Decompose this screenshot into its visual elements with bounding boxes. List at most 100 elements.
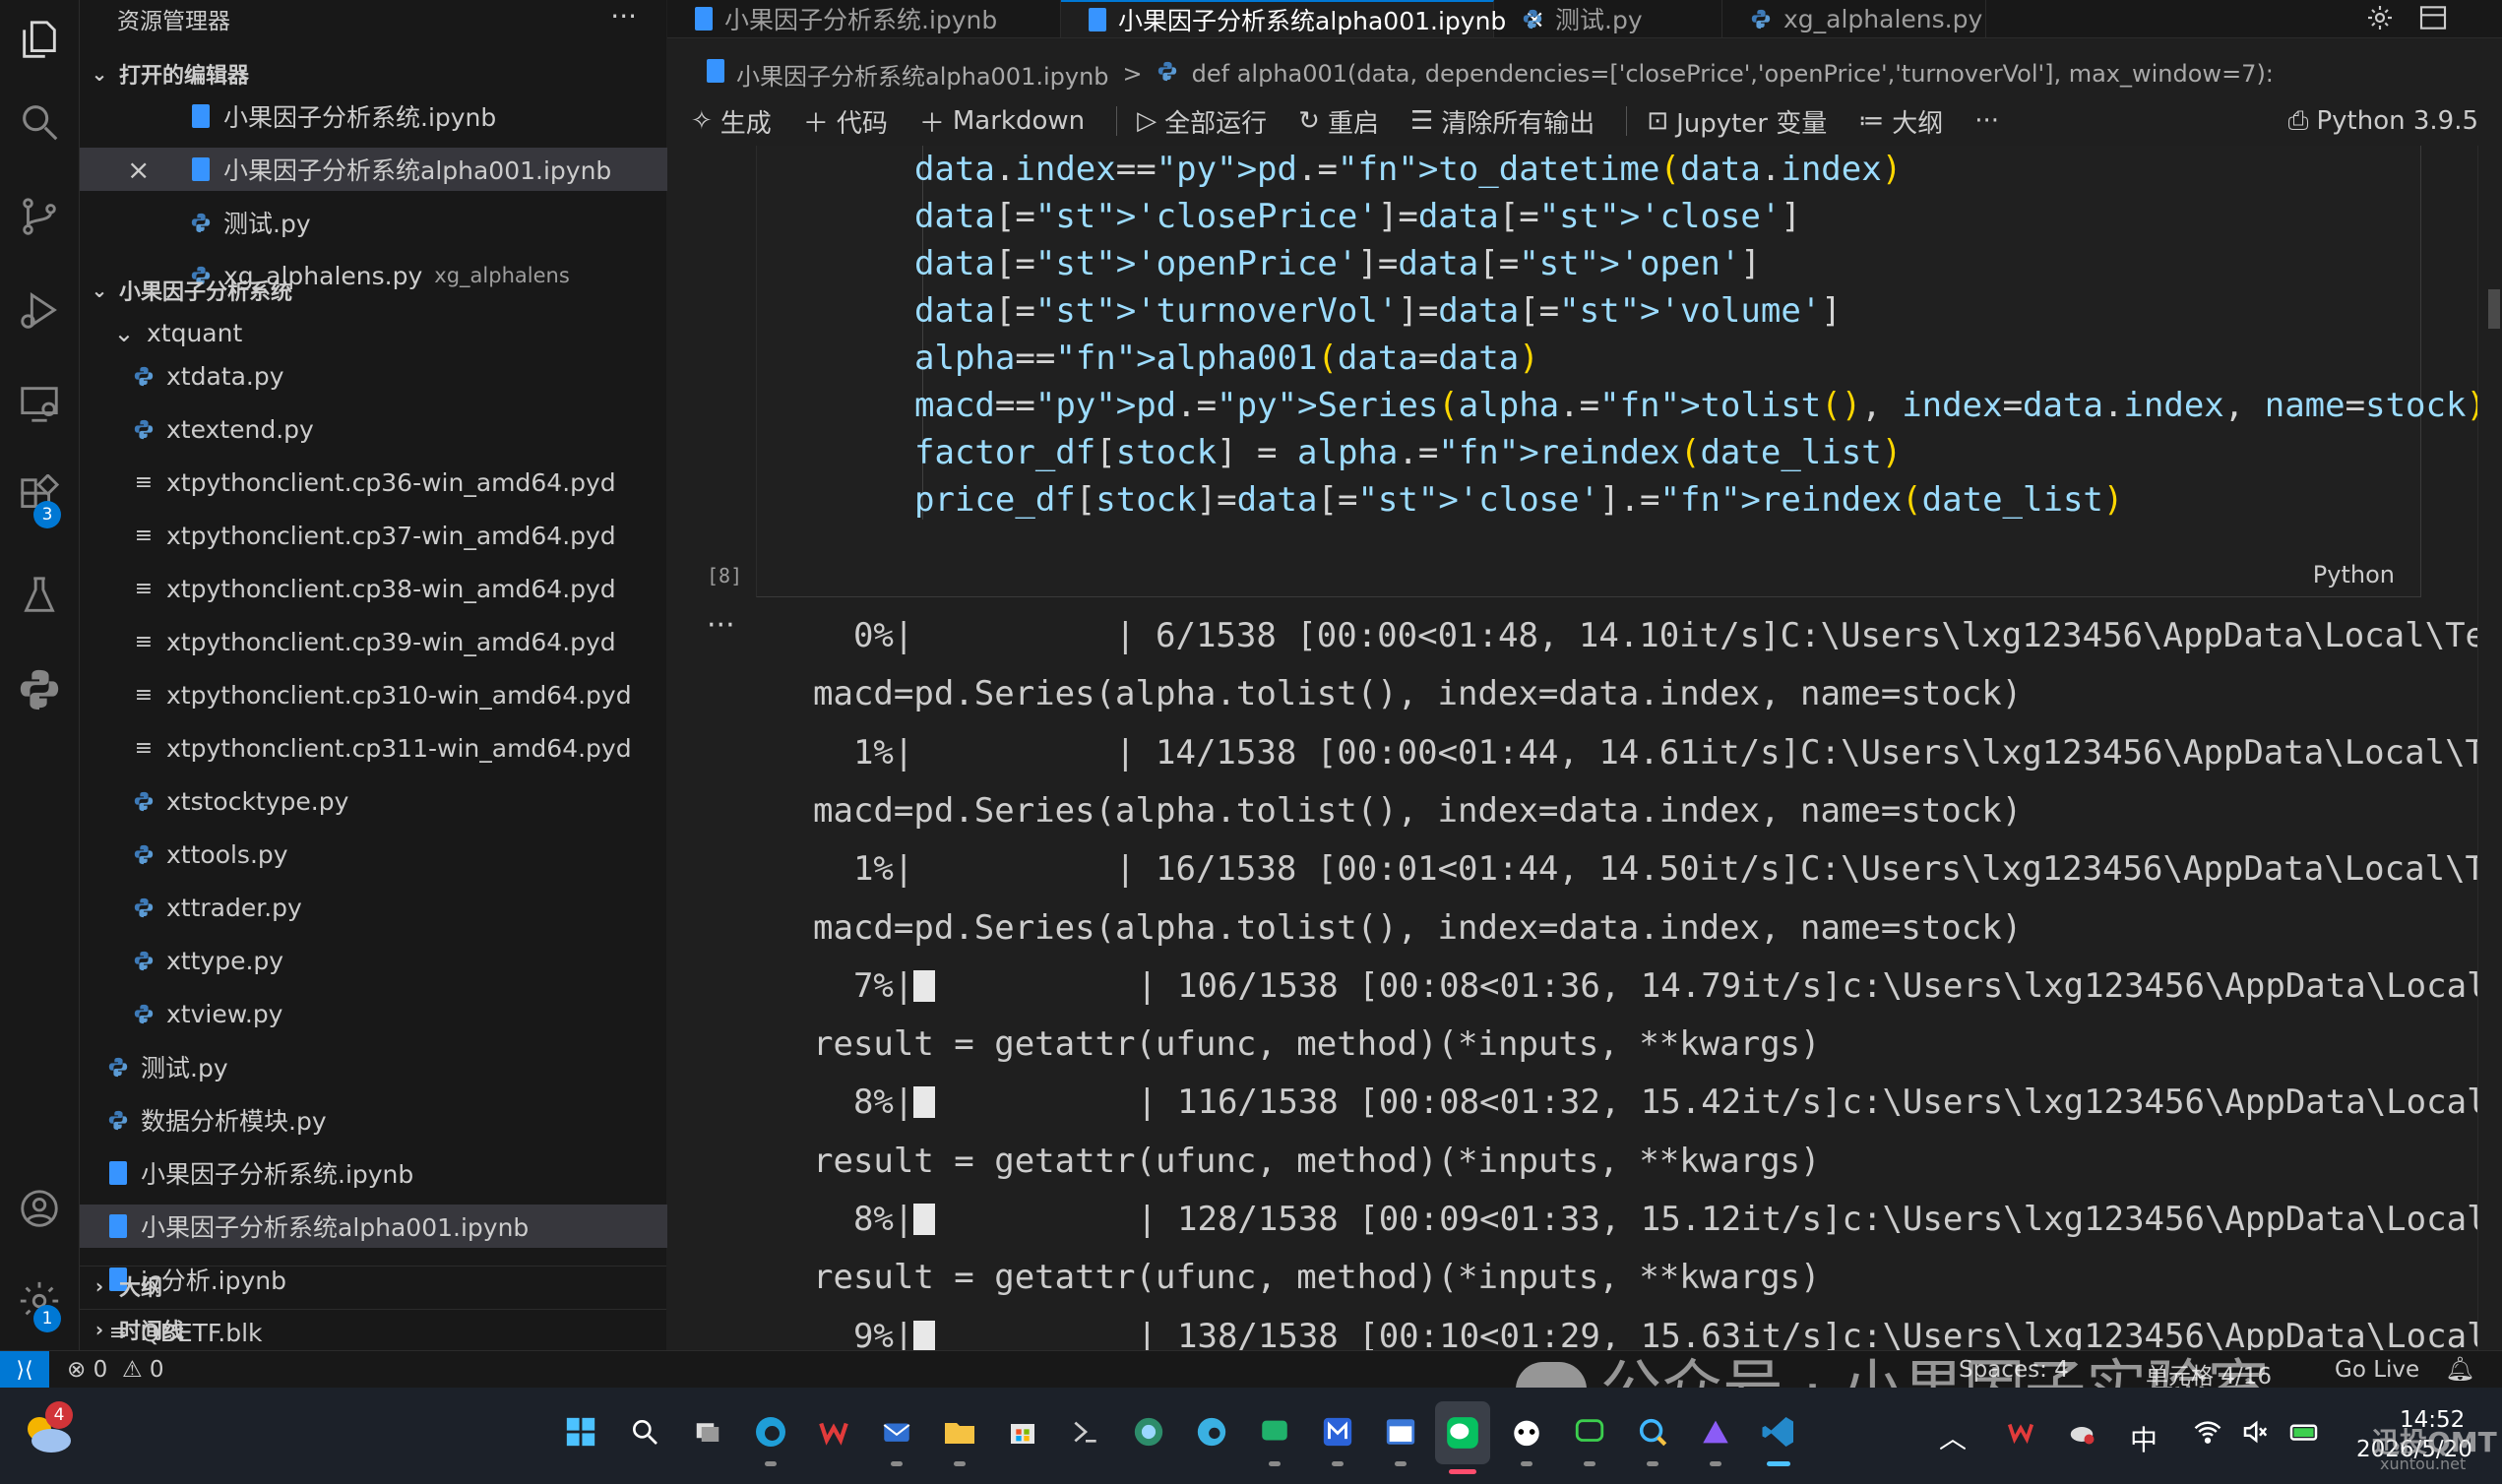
file-item[interactable]: ≡ xtpythonclient.cp310-win_amd64.pyd [80, 673, 716, 716]
taskbar-search-icon[interactable] [620, 1407, 669, 1456]
ime-indicator[interactable]: 中 [2130, 1419, 2158, 1458]
wifi-icon[interactable] [2183, 1407, 2232, 1456]
wps-icon[interactable] [809, 1407, 858, 1456]
file-item[interactable]: xttype.py [80, 939, 716, 982]
cloud-tray-icon[interactable] [2057, 1407, 2106, 1456]
calendar-app-icon[interactable] [1376, 1407, 1425, 1466]
search-app-icon[interactable] [1628, 1407, 1677, 1466]
extensions-icon[interactable]: 3 [0, 458, 79, 536]
search-icon[interactable] [0, 83, 79, 161]
file-explorer-icon[interactable] [935, 1407, 984, 1466]
run-debug-icon[interactable] [0, 271, 79, 349]
manage-gear-icon[interactable]: 1 [0, 1262, 79, 1340]
account-icon[interactable] [0, 1169, 79, 1248]
breadcrumb-symbol[interactable]: def alpha001(data, dependencies=['closeP… [1192, 60, 2274, 88]
edge-icon[interactable] [746, 1407, 795, 1466]
tab-label: 小果因子分析系统.ipynb [724, 6, 998, 34]
m-app-icon[interactable] [1313, 1407, 1362, 1466]
store-icon[interactable] [998, 1407, 1047, 1456]
tab-xg-alphalens[interactable]: xg_alphalens.py [1722, 0, 1986, 37]
scrollbar-thumb[interactable] [2488, 289, 2500, 329]
errors-count[interactable]: ⊗ 0 [67, 1357, 107, 1383]
explorer-icon[interactable] [0, 0, 79, 79]
more-actions-button[interactable]: ··· [1974, 106, 1999, 136]
output-more-button[interactable]: ··· [707, 608, 735, 643]
file-item[interactable]: ≡ xtpythonclient.cp39-win_amd64.pyd [80, 620, 716, 663]
notebook-icon [186, 157, 216, 181]
remote-indicator-icon[interactable]: ⟩⟨ [0, 1351, 49, 1389]
file-item[interactable]: xtview.py [80, 992, 716, 1035]
outline-section[interactable]: › 大纲 [80, 1266, 666, 1306]
browser-globe-icon[interactable] [1124, 1407, 1173, 1456]
workspace-section[interactable]: ⌄ 小果因子分析系统 [80, 271, 666, 310]
chat-app-icon[interactable] [1250, 1407, 1299, 1466]
weather-icon[interactable]: 4 [20, 1401, 75, 1456]
file-item[interactable]: xtextend.py [80, 407, 716, 451]
bell-icon[interactable]: 🔔︎ [2445, 1355, 2474, 1383]
breadcrumb-file[interactable]: 小果因子分析系统alpha001.ipynb [736, 57, 1109, 92]
terminal-app-icon[interactable] [1061, 1407, 1110, 1456]
volume-muted-icon[interactable] [2230, 1407, 2280, 1456]
file-item[interactable]: xtdata.py [80, 354, 716, 398]
wps-tray-icon[interactable] [1996, 1407, 2045, 1456]
notebook-toolbar: ✧ 生成 ＋代码 ＋ Markdown ▷ 全部运行 ↻ 重启 ☰ 清除所有输出 ⊡ Jup… [667, 96, 2502, 146]
file-item[interactable]: xttrader.py [80, 886, 716, 929]
run-all-button[interactable]: ▷ 全部运行 [1137, 103, 1267, 140]
warnings-count[interactable]: ⚠ 0 [122, 1357, 164, 1383]
settings-gear-icon[interactable] [2364, 2, 2400, 35]
file-item[interactable]: 测试.py [80, 1045, 690, 1088]
testing-icon[interactable] [0, 556, 79, 635]
variables-button[interactable]: ⊡ Jupyter 变量 [1647, 103, 1827, 140]
progress-padding [935, 1200, 1137, 1239]
add-markdown-button[interactable]: ＋ Markdown [919, 103, 1085, 140]
file-item[interactable]: ≡ xtpythonclient.cp311-win_amd64.pyd [80, 726, 716, 770]
tab-ceshi-py[interactable]: 测试.py [1494, 0, 1722, 37]
file-item[interactable]: ≡ xtpythonclient.cp38-win_amd64.pyd [80, 567, 716, 610]
explorer-more-button[interactable]: ··· [610, 0, 637, 32]
open-editor-label: 小果因子分析系统.ipynb [223, 103, 497, 132]
message-app-icon[interactable] [1565, 1407, 1614, 1466]
file-item[interactable]: 小果因子分析系统alpha001.ipynb [80, 1205, 690, 1248]
wechat-taskbar-icon[interactable] [1435, 1401, 1490, 1474]
clear-outputs-button[interactable]: ☰ 清除所有输出 [1410, 103, 1595, 140]
outline-button[interactable]: ≔ 大纲 [1858, 103, 1943, 140]
restart-label: 重启 [1327, 108, 1379, 139]
file-item[interactable]: ≡ xtpythonclient.cp36-win_amd64.pyd [80, 461, 716, 504]
editor-scrollbar[interactable] [2477, 146, 2502, 1350]
explorer-title: 资源管理器 [117, 9, 230, 34]
close-icon[interactable]: × [127, 154, 150, 186]
restart-button[interactable]: ↻ 重启 [1298, 103, 1379, 140]
timeline-section[interactable]: › 时间线 [80, 1309, 666, 1349]
add-code-button[interactable]: ＋代码 [803, 103, 888, 140]
tab-notebook[interactable]: 小果因子分析系统.ipynb [667, 0, 1061, 37]
file-item[interactable]: xttools.py [80, 833, 716, 876]
file-item[interactable]: 数据分析模块.py [80, 1098, 690, 1142]
corner-watermark-url: xuntou.net [2380, 1454, 2467, 1473]
start-icon[interactable] [556, 1407, 605, 1456]
open-editors-section[interactable]: ⌄ 打开的编辑器 [80, 54, 666, 93]
go-live-button[interactable]: Go Live [2335, 1357, 2419, 1383]
file-label: xtpythonclient.cp39-win_amd64.pyd [166, 627, 616, 656]
python-icon[interactable] [0, 649, 79, 728]
mail-icon[interactable] [872, 1407, 921, 1466]
code-cell[interactable]: data.index=="py">pd.="fn">to_datetime(da… [756, 146, 2486, 597]
file-item[interactable]: ≡ xtpythonclient.cp37-win_amd64.pyd [80, 514, 716, 557]
split-editor-icon[interactable] [2417, 2, 2453, 35]
folder-xtquant[interactable]: ⌄ xtquant [80, 311, 696, 354]
remote-explorer-icon[interactable] [0, 364, 79, 443]
chevron-up-icon[interactable]: ︿ [1939, 1417, 1967, 1456]
panda-app-icon[interactable] [1502, 1407, 1551, 1466]
ai-app-icon[interactable] [1691, 1407, 1740, 1466]
file-label: 数据分析模块.py [141, 1107, 327, 1136]
battery-icon[interactable] [2282, 1407, 2331, 1456]
generate-button[interactable]: ✧ 生成 [691, 103, 772, 140]
task-view-icon[interactable] [683, 1407, 732, 1456]
file-item[interactable]: 小果因子分析系统.ipynb [80, 1151, 690, 1195]
source-control-icon[interactable] [0, 177, 79, 256]
edge-dev-icon[interactable] [1187, 1407, 1236, 1456]
file-item[interactable]: xtstocktype.py [80, 779, 716, 823]
cell-language[interactable]: Python [2313, 561, 2395, 588]
kernel-picker[interactable]: ⎙ Python 3.9.5 [2288, 106, 2478, 137]
vscode-icon[interactable] [1754, 1407, 1803, 1466]
tab-notebook-alpha001[interactable]: 小果因子分析系统alpha001.ipynb × [1061, 0, 1545, 37]
